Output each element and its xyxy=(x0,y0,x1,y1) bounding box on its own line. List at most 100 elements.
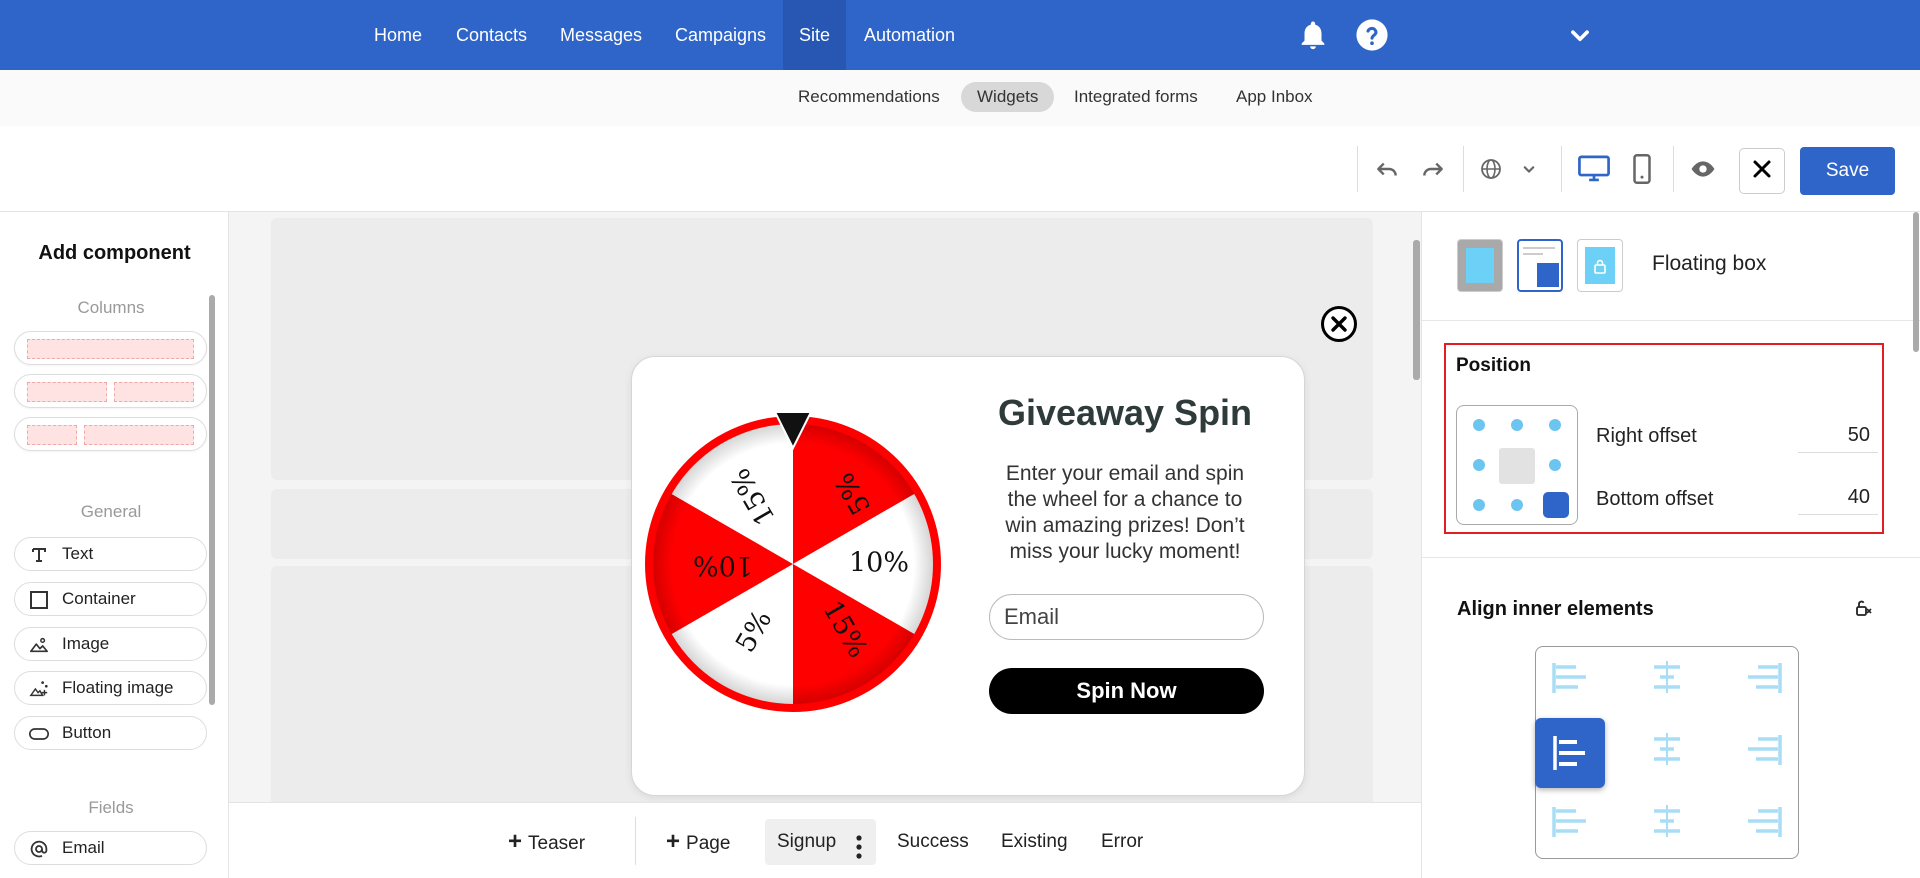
nav-automation[interactable]: Automation xyxy=(848,0,971,70)
tab-error[interactable]: Error xyxy=(1089,819,1155,865)
bottom-offset-label: Bottom offset xyxy=(1596,488,1714,510)
thumb-preview xyxy=(1523,253,1543,255)
section-general-label: General xyxy=(80,502,142,521)
subnav-integrated-forms[interactable]: Integrated forms xyxy=(1058,82,1214,112)
thumb-preview xyxy=(1523,247,1555,249)
popup-description-line: the wheel for a chance to xyxy=(1007,488,1243,511)
anchor-position-grid[interactable] xyxy=(1456,405,1578,525)
desktop-icon[interactable] xyxy=(1577,154,1611,184)
section-columns-label: Columns xyxy=(77,298,145,317)
column-cell xyxy=(27,339,194,359)
nav-site[interactable]: Site xyxy=(783,0,847,70)
component-image[interactable]: Image xyxy=(14,627,207,661)
undo-icon[interactable] xyxy=(1372,154,1402,184)
right-offset-input[interactable]: 50 xyxy=(1798,419,1878,453)
tab-success[interactable]: Success xyxy=(885,819,981,865)
anchor-center-box xyxy=(1499,448,1535,484)
anchor-top-center[interactable] xyxy=(1511,419,1523,431)
component-container[interactable]: Container xyxy=(14,582,207,616)
nav-campaigns[interactable]: Campaigns xyxy=(659,0,782,70)
subnav-app-inbox[interactable]: App Inbox xyxy=(1220,82,1329,112)
popup-close-icon[interactable] xyxy=(1320,305,1358,343)
page-tabs-bar: + Teaser + Page Signup Success Existing Er… xyxy=(229,802,1421,878)
more-options-icon[interactable] xyxy=(856,831,862,859)
section-fields-label: Fields xyxy=(88,798,134,817)
popup-description: Enter your email and spin the wheel for … xyxy=(990,461,1260,565)
anchor-middle-left[interactable] xyxy=(1473,459,1485,471)
anchor-middle-right[interactable] xyxy=(1549,459,1561,471)
add-page-button[interactable]: + Page xyxy=(654,819,742,865)
layout-thumb-floating-box[interactable] xyxy=(1517,239,1563,292)
position-section: Position Right offset 50 Bottom offset 4… xyxy=(1444,343,1884,534)
right-offset-label: Right offset xyxy=(1596,425,1697,447)
subnav-recommendations[interactable]: Recommendations xyxy=(782,82,956,112)
column-layout-2[interactable] xyxy=(14,374,207,408)
spin-wheel[interactable]: 5% 10% 15% 5% 10% 15% xyxy=(643,410,943,720)
layout-thumb-overlay[interactable] xyxy=(1457,239,1503,292)
save-button[interactable]: Save xyxy=(1800,147,1895,195)
toolbar-divider xyxy=(1357,146,1358,192)
spin-now-button[interactable]: Spin Now xyxy=(989,668,1264,714)
at-icon xyxy=(29,839,49,859)
popup-title: Giveaway Spin xyxy=(997,392,1253,433)
component-email[interactable]: Email xyxy=(14,831,207,865)
layout-thumb-locked[interactable] xyxy=(1577,239,1623,292)
anchor-bottom-left[interactable] xyxy=(1473,499,1485,511)
plus-icon: + xyxy=(666,828,681,855)
anchor-bottom-right-selected[interactable] xyxy=(1543,492,1569,518)
popup-description-line: miss your lucky moment! xyxy=(1009,540,1241,563)
image-icon xyxy=(29,635,49,655)
nav-home[interactable]: Home xyxy=(358,0,438,70)
panel-title: Add component xyxy=(38,242,191,264)
component-button[interactable]: Button xyxy=(14,716,207,750)
panel-scrollbar[interactable] xyxy=(209,295,215,705)
floating-image-icon xyxy=(29,679,49,699)
editor-toolbar: Save xyxy=(0,126,1920,212)
tab-signup[interactable]: Signup xyxy=(765,819,877,865)
component-container-label: Container xyxy=(62,589,136,608)
component-button-label: Button xyxy=(62,723,112,742)
unlink-icon[interactable] xyxy=(1852,597,1874,619)
add-teaser-button[interactable]: + Teaser xyxy=(496,819,597,865)
help-icon[interactable] xyxy=(1355,18,1389,52)
anchor-top-left[interactable] xyxy=(1473,419,1485,431)
align-middle-left-selected[interactable] xyxy=(1535,718,1605,788)
chevron-down-icon[interactable] xyxy=(1514,154,1544,184)
popup-description-line: Enter your email and spin xyxy=(1005,462,1245,485)
bottom-offset-input[interactable]: 40 xyxy=(1798,481,1878,515)
close-icon xyxy=(1752,159,1772,184)
component-image-label: Image xyxy=(62,634,110,653)
nav-messages[interactable]: Messages xyxy=(544,0,658,70)
close-editor-button[interactable] xyxy=(1739,148,1785,194)
toolbar-divider xyxy=(1673,146,1674,192)
canvas-scrollbar[interactable] xyxy=(1413,240,1420,380)
text-icon xyxy=(29,545,49,565)
lock-icon xyxy=(1585,247,1615,284)
column-cell xyxy=(27,425,77,445)
thumb-preview xyxy=(1537,263,1559,287)
bell-icon[interactable] xyxy=(1296,18,1330,52)
column-cell xyxy=(84,425,194,445)
panel-scrollbar[interactable] xyxy=(1913,212,1919,352)
component-email-label: Email xyxy=(62,838,105,857)
anchor-bottom-center[interactable] xyxy=(1511,499,1523,511)
nav-contacts[interactable]: Contacts xyxy=(440,0,543,70)
component-floating-image[interactable]: Floating image xyxy=(14,671,207,705)
mobile-icon[interactable] xyxy=(1627,154,1657,184)
tab-existing[interactable]: Existing xyxy=(989,819,1080,865)
column-layout-3[interactable] xyxy=(14,417,207,451)
popup-email-input[interactable] xyxy=(989,594,1264,640)
panel-divider xyxy=(1422,557,1920,558)
wheel-label: 10% xyxy=(849,548,909,579)
redo-icon[interactable] xyxy=(1418,154,1448,184)
preview-eye-icon[interactable] xyxy=(1688,154,1718,184)
chevron-down-icon[interactable] xyxy=(1563,18,1597,52)
container-icon xyxy=(29,590,49,610)
add-component-panel: Add component Columns General Text Conta… xyxy=(0,212,229,878)
globe-icon[interactable] xyxy=(1476,154,1506,184)
subnav-widgets[interactable]: Widgets xyxy=(961,82,1055,112)
position-title: Position xyxy=(1456,355,1531,376)
column-layout-1[interactable] xyxy=(14,331,207,365)
anchor-top-right[interactable] xyxy=(1549,419,1561,431)
component-text[interactable]: Text xyxy=(14,537,207,571)
